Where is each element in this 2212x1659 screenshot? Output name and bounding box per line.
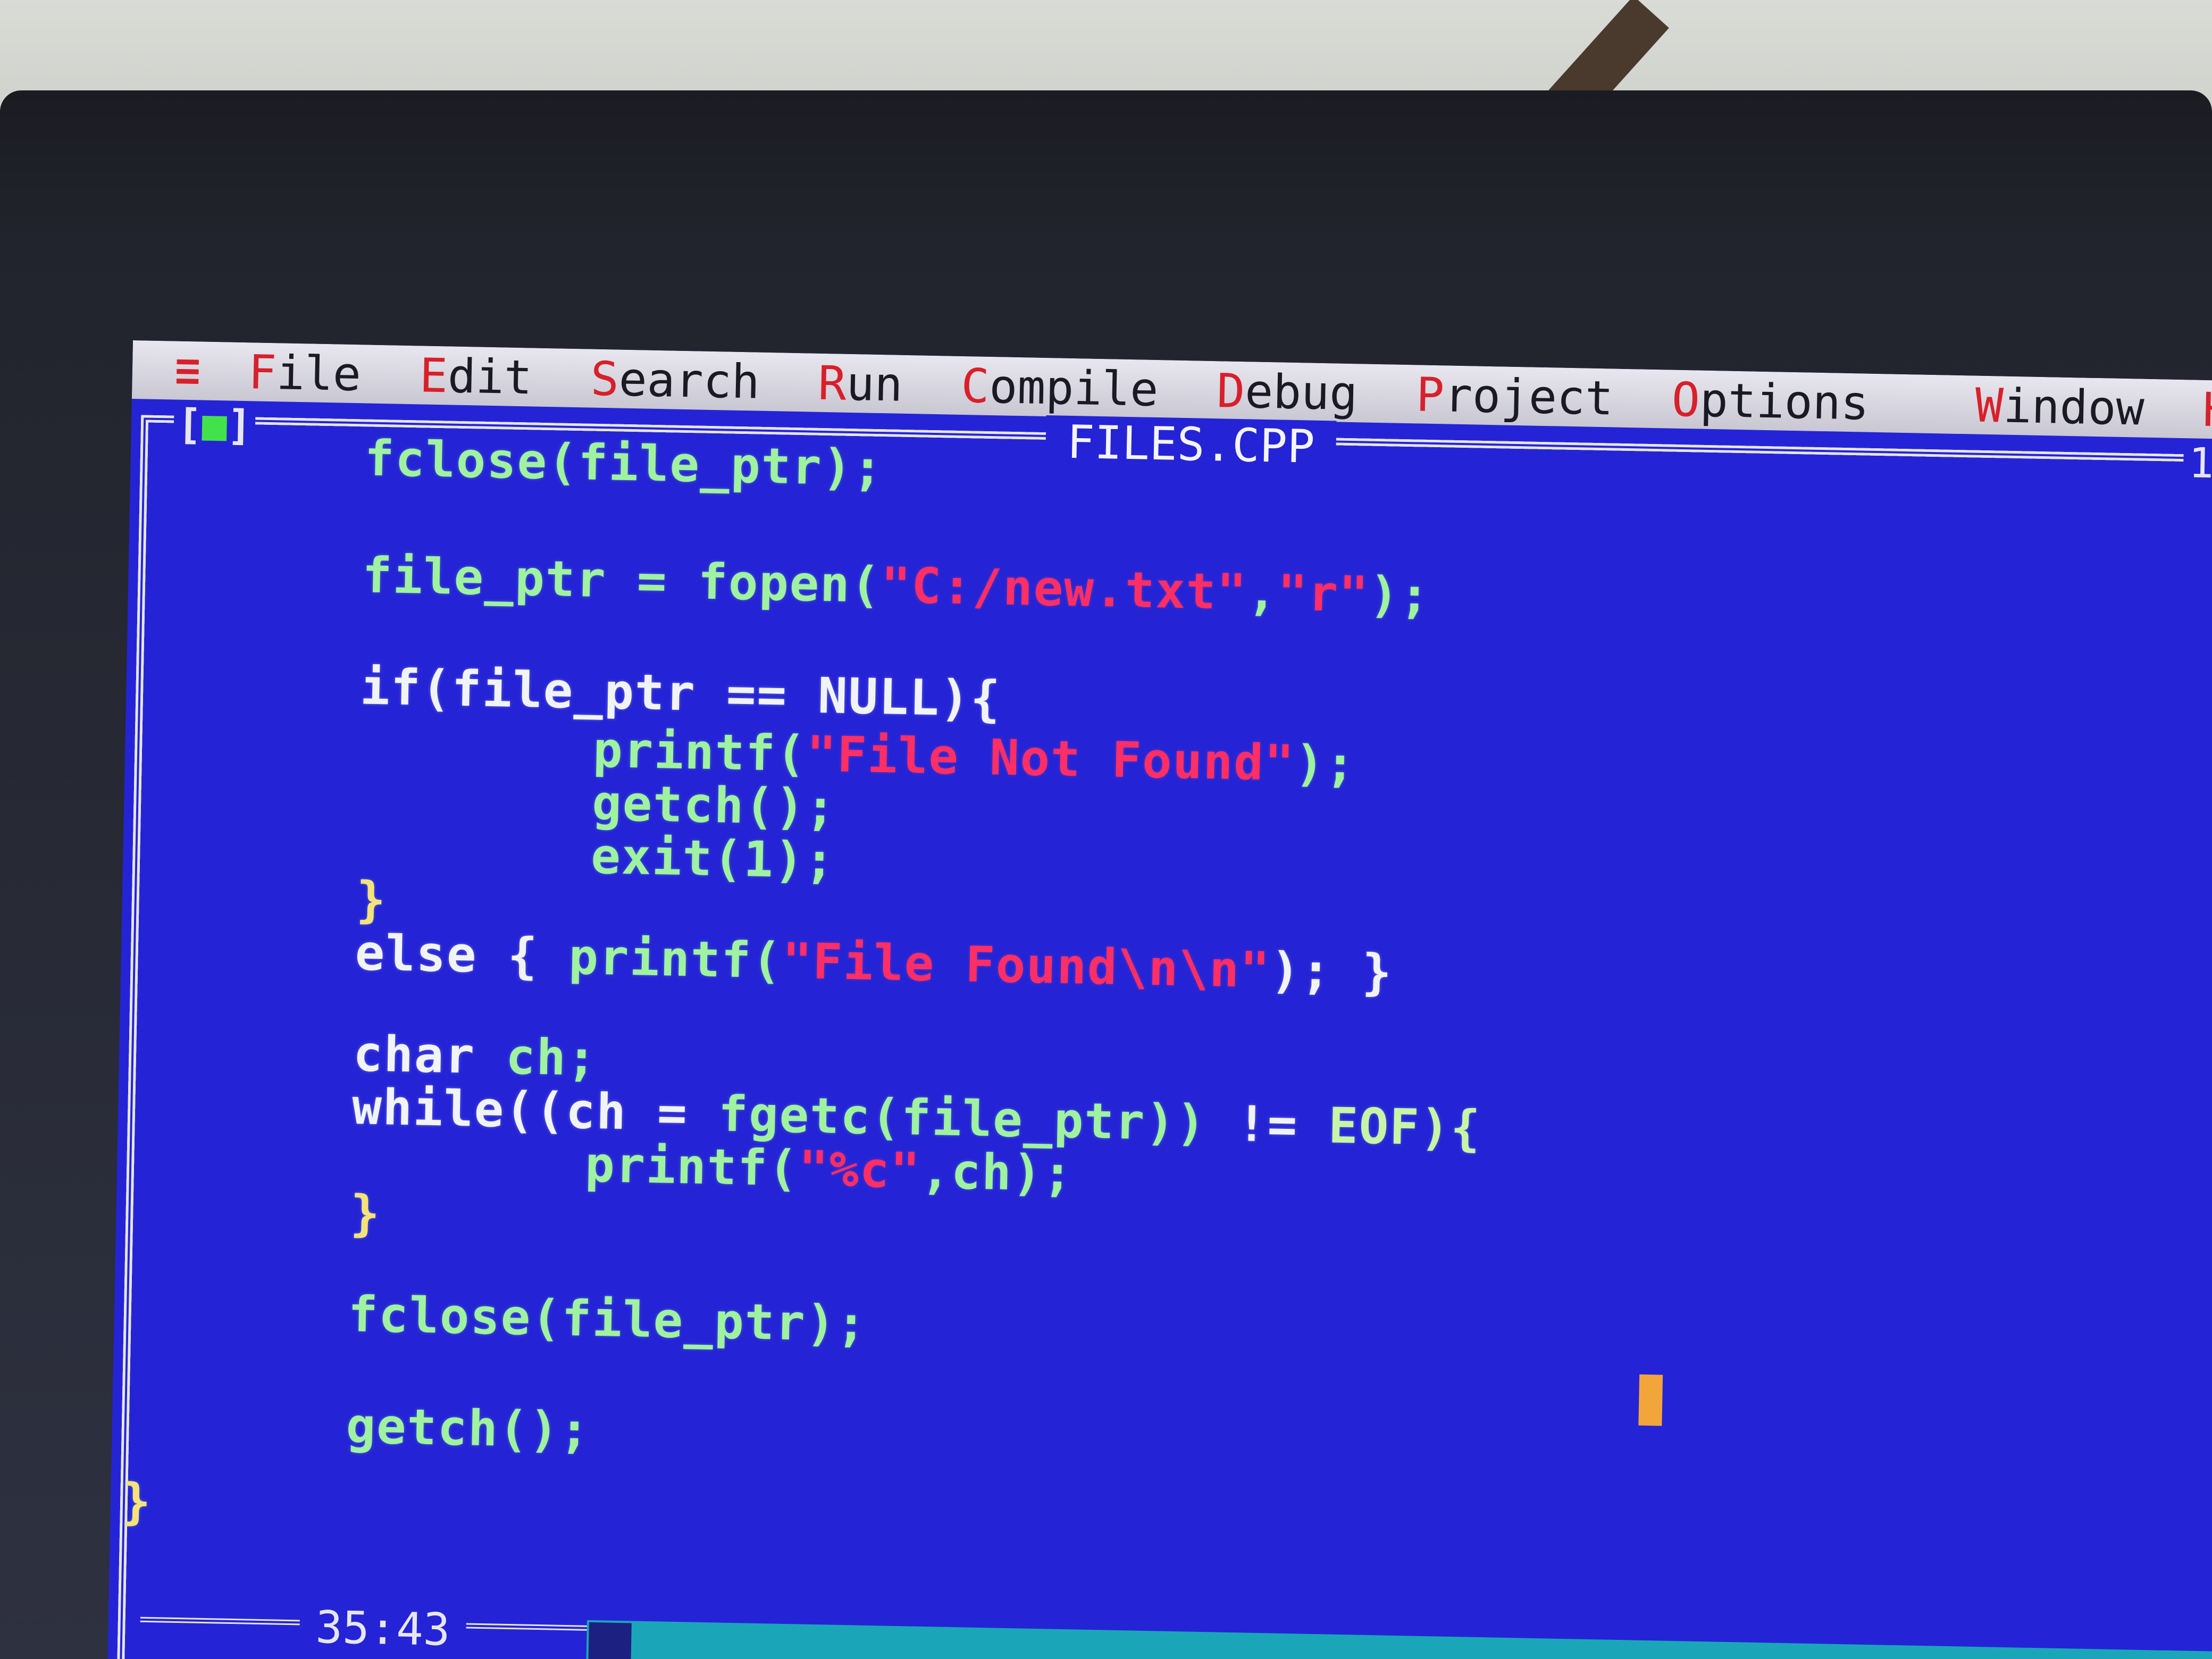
code-line: printf("%c",ch); [584, 1136, 1074, 1203]
code-line: } [121, 1473, 152, 1530]
code-token: ); } [1270, 942, 1393, 1001]
code-token: ,ch); [920, 1142, 1074, 1203]
code-token: ); [1369, 566, 1431, 624]
code-line: getch(); [346, 1397, 591, 1459]
code-token: ch; [505, 1028, 598, 1087]
code-token: getch(); [345, 1397, 591, 1459]
code-token: exit(1); [590, 827, 836, 890]
code-line: getch(); [591, 775, 836, 836]
code-token: fclose(file_ptr); [347, 1286, 868, 1353]
code-token: ); [1294, 735, 1356, 793]
code-token: "r" [1277, 564, 1370, 623]
code-token: != [1236, 1095, 1329, 1154]
code-token: file_ptr = fopen( [362, 547, 882, 614]
scrollbar-thumb[interactable] [588, 1622, 632, 1659]
code-line: else { printf("File Found\n\n"); } [355, 924, 1393, 1001]
cursor-position: 35:43 [299, 1601, 467, 1656]
code-token: if(file_ptr == NULL){ [359, 658, 1002, 728]
code-token: "C:/new.txt" [880, 557, 1248, 621]
code-token: printf( [568, 928, 783, 990]
code-line: fclose(file_ptr); [348, 1286, 867, 1353]
code-token: printf( [592, 721, 808, 783]
code-token: printf( [584, 1136, 800, 1197]
code-line: fclose(file_ptr); [364, 430, 884, 497]
code-token: EOF){ [1328, 1097, 1482, 1157]
code-line: if(file_ptr == NULL){ [360, 658, 1002, 727]
code-line: } [350, 1185, 381, 1242]
code-token: } [355, 871, 388, 929]
code-token: getch(); [591, 774, 837, 836]
code-token: "File Found\n\n" [782, 932, 1271, 999]
code-line: } [356, 871, 387, 928]
code-token: while((ch = [351, 1078, 719, 1143]
code-line: char ch; [353, 1025, 598, 1087]
code-token: } [121, 1472, 153, 1531]
code-token: } [349, 1185, 381, 1243]
text-cursor [1638, 1374, 1663, 1426]
code-token: char [353, 1025, 507, 1085]
photo-scene: ≡ File Edit Search Run Compile Debug Pro… [0, 0, 2212, 1659]
code-token: else { [354, 924, 569, 985]
code-token: "%c" [798, 1140, 921, 1200]
code-token: , [1246, 564, 1278, 622]
code-line: file_ptr = fopen("C:/new.txt","r"); [362, 547, 1431, 624]
code-line: exit(1); [591, 828, 836, 890]
ide-screen: ≡ File Edit Search Run Compile Debug Pro… [107, 340, 2212, 1659]
code-editor[interactable]: fclose(file_ptr); file_ptr = fopen("C:/ne… [107, 340, 2212, 1659]
code-token: fclose(file_ptr); [364, 430, 884, 497]
code-token: "File Not Found" [806, 725, 1296, 792]
